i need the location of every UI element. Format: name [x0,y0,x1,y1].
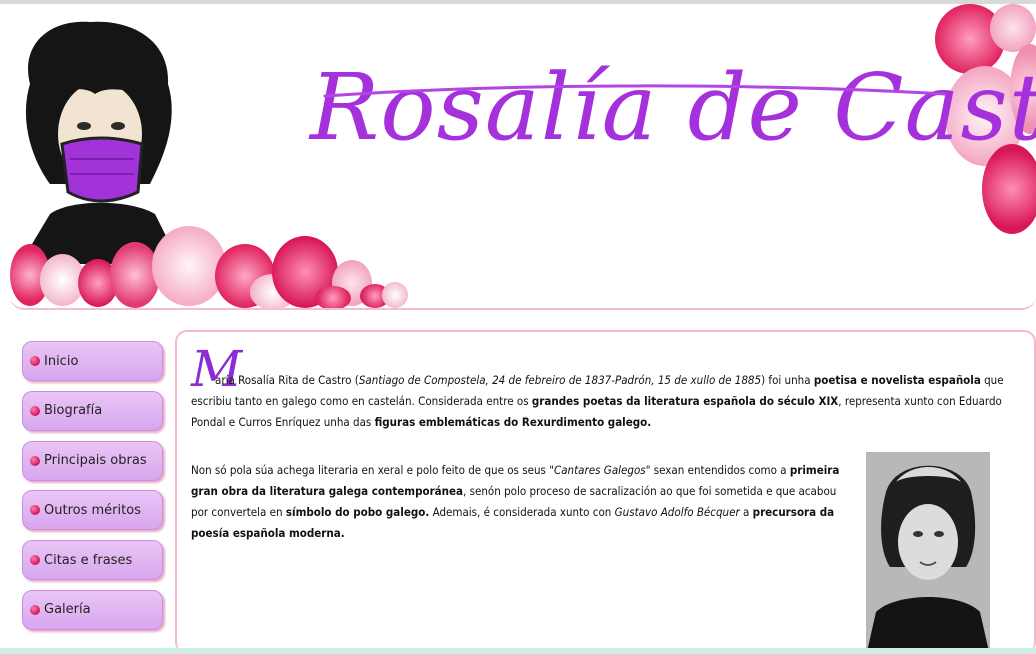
nav-item-label: Principais obras [44,453,147,469]
rosalia-portrait-photo [866,452,990,654]
text: Non só pola súa achega literaria en xera… [191,463,550,477]
portrait-photo-art [866,452,990,654]
bottom-rule [0,648,1036,654]
nav-item-outros-meritos[interactable]: Outros méritos [22,490,163,531]
nav-item-label: Citas e frases [44,552,133,568]
text-italic: "Cantares Galegos" [549,463,651,477]
flower-bullet-icon [30,604,40,615]
camellia-flower [382,282,408,308]
text-italic: Gustavo Adolfo Bécquer [614,505,740,519]
text: sexan entendidos como a [650,463,790,477]
header-banner: Rosalía de Castro [10,4,1036,310]
nav-item-citas-e-frases[interactable]: Citas e frases [22,540,163,581]
nav-item-biografia[interactable]: Biografía [22,390,163,431]
main-content-panel: M aría Rosalía Rita de Castro (Santiago … [175,330,1036,654]
flower-bullet-icon [30,405,40,416]
text-italic: Santiago de Compostela, 24 de febreiro d… [358,373,762,387]
nav-item-label: Biografía [44,403,103,419]
masked-portrait-illustration [20,21,180,264]
intro-paragraph: aría Rosalía Rita de Castro (Santiago de… [191,370,1026,433]
flower-bullet-icon [30,505,40,516]
text: Ademais, é considerada xunto con [429,505,615,519]
nav-item-label: Outros méritos [44,502,141,518]
flower-bullet-icon [30,356,40,366]
nav-item-principais-obras[interactable]: Principais obras [22,440,163,481]
second-paragraph: Non só pola súa achega literaria en xera… [191,460,846,544]
site-title: Rosalía de Castro [310,54,1036,161]
nav-item-label: Galería [44,602,91,618]
text: ) foi unha [761,373,814,387]
nav-item-galeria[interactable]: Galería [22,589,163,630]
sidebar-nav: Inicio Biografía Principais obras Outros… [22,341,163,640]
flower-bullet-icon [30,455,40,466]
flower-bullet-icon [30,555,40,566]
text: a [739,505,753,519]
camellia-flower [152,226,226,306]
title-underline-flourish [323,84,947,98]
text-bold: figuras emblemáticas do Rexurdimento gal… [374,415,652,429]
text-bold: grandes poetas da literatura española do… [531,394,839,408]
nav-item-inicio[interactable]: Inicio [22,341,163,381]
text-bold: símbolo do pobo galego. [285,505,430,519]
camellia-flower [315,286,351,308]
text: aría Rosalía Rita de Castro ( [215,373,359,387]
nav-item-label: Inicio [44,353,79,369]
text-bold: poetisa e novelista española [813,373,981,387]
